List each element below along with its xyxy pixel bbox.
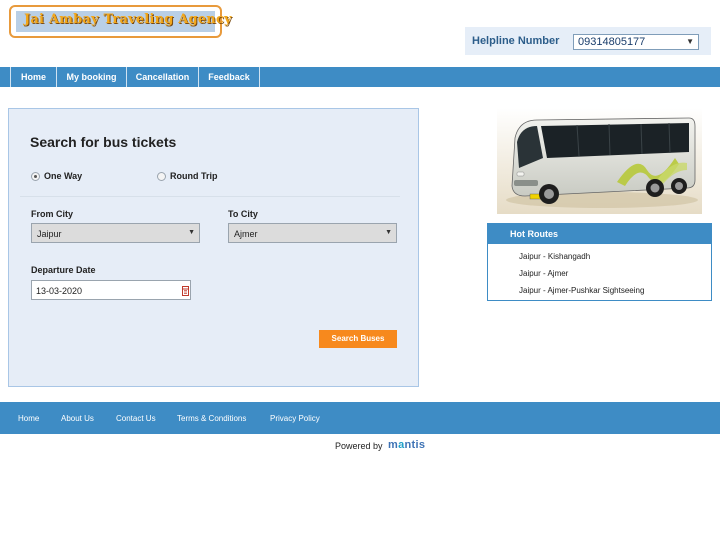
calendar-icon[interactable]	[182, 285, 189, 296]
footer-link-about-us[interactable]: About Us	[61, 414, 94, 423]
hot-routes-panel: Hot Routes Jaipur - Kishangadh Jaipur - …	[487, 223, 712, 301]
departure-date-value: 13-03-2020	[36, 286, 83, 296]
departure-date-label: Departure Date	[31, 265, 96, 275]
nav-feedback[interactable]: Feedback	[198, 67, 260, 87]
helpline-label: Helpline Number	[472, 35, 560, 47]
search-title: Search for bus tickets	[30, 134, 177, 150]
helpline-box: Helpline Number 09314805177 ▼	[465, 27, 711, 55]
footer-link-contact-us[interactable]: Contact Us	[116, 414, 156, 423]
helpline-number-value: 09314805177	[578, 36, 646, 48]
mantis-logo-part: ntis	[404, 439, 426, 451]
logo[interactable]: Jai Ambay Traveling Agency	[9, 5, 232, 38]
from-city-label: From City	[31, 209, 74, 219]
footer-nav: Home About Us Contact Us Terms & Conditi…	[0, 402, 720, 434]
hot-routes-title: Hot Routes	[510, 229, 558, 239]
bus-image	[497, 108, 702, 214]
departure-date-input[interactable]: 13-03-2020	[31, 280, 191, 300]
from-city-value: Jaipur	[37, 229, 62, 239]
one-way-label: One Way	[44, 171, 83, 181]
round-trip-label: Round Trip	[170, 171, 218, 181]
to-city-label: To City	[228, 209, 258, 219]
hot-route-link[interactable]: Jaipur - Kishangadh	[519, 252, 590, 261]
to-city-select[interactable]: Ajmer ▼	[228, 223, 397, 243]
nav-home[interactable]: Home	[10, 67, 56, 87]
footer-link-home[interactable]: Home	[18, 414, 39, 423]
chevron-down-icon: ▼	[188, 229, 195, 236]
divider	[20, 196, 400, 197]
search-buses-button[interactable]: Search Buses	[319, 330, 397, 348]
nav-my-booking[interactable]: My booking	[56, 67, 126, 87]
footer-link-privacy-policy[interactable]: Privacy Policy	[270, 414, 320, 423]
helpline-number-select[interactable]: 09314805177 ▼	[573, 34, 699, 50]
chevron-down-icon: ▼	[385, 229, 392, 236]
nav-cancellation[interactable]: Cancellation	[126, 67, 198, 87]
main-nav: Home My booking Cancellation Feedback	[0, 67, 720, 87]
radio-checked-icon	[31, 172, 40, 181]
page: Jai Ambay Traveling Agency Helpline Numb…	[0, 0, 720, 540]
powered-by-text: Powered by	[335, 441, 383, 451]
to-city-value: Ajmer	[234, 229, 258, 239]
hot-routes-header: Hot Routes	[488, 224, 711, 244]
from-city-select[interactable]: Jaipur ▼	[31, 223, 200, 243]
logo-text: Jai Ambay Traveling Agency	[24, 12, 232, 27]
chevron-down-icon: ▼	[686, 37, 694, 46]
hot-route-link[interactable]: Jaipur - Ajmer-Pushkar Sightseeing	[519, 286, 644, 295]
footer-link-terms[interactable]: Terms & Conditions	[177, 414, 246, 423]
hot-route-link[interactable]: Jaipur - Ajmer	[519, 269, 568, 278]
search-panel: Search for bus tickets One Way Round Tri…	[8, 108, 419, 387]
mantis-logo[interactable]: mantis	[388, 439, 425, 451]
radio-unchecked-icon	[157, 172, 166, 181]
mantis-logo-part: m	[388, 439, 399, 451]
logo-banner: Jai Ambay Traveling Agency	[16, 11, 232, 32]
